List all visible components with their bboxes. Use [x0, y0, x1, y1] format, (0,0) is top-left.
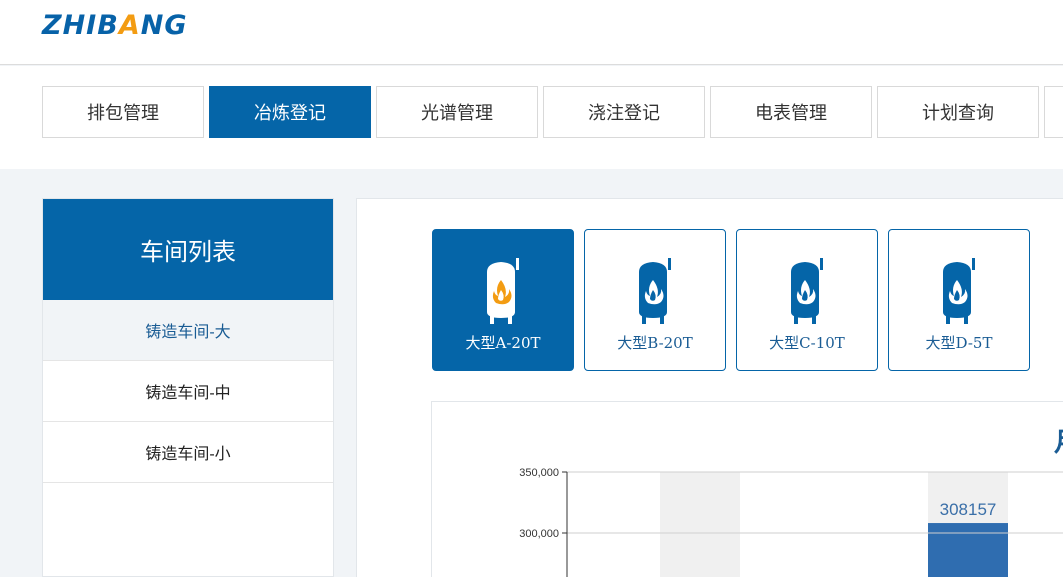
furnace-label: 大型D-5T [925, 334, 993, 352]
y-tick-label: 350,000 [519, 467, 559, 479]
monthly-bar-chart: 308157 350,000 300,000 [519, 467, 1063, 577]
furnace-card-d[interactable]: 大型D-5T [888, 229, 1030, 371]
furnace-label: 大型A-20T [465, 334, 541, 352]
furnace-flame-icon [487, 258, 519, 324]
tab-meter-management[interactable]: 电表管理 [710, 86, 872, 138]
chart-panel: 月 308157350,000300,000 [431, 401, 1063, 577]
workshop-sidebar: 车间列表 铸造车间-大 铸造车间-中 铸造车间-小 [42, 198, 334, 577]
sidebar-item-workshop-large[interactable]: 铸造车间-大 [43, 300, 333, 361]
main-navigation: 排包管理 冶炼登记 光谱管理 浇注登记 电表管理 计划查询 [0, 66, 1063, 169]
sidebar-item-workshop-small[interactable]: 铸造车间-小 [43, 422, 333, 483]
furnace-flame-icon [943, 258, 975, 324]
furnace-list: 大型A-20T 大型B-20T 大型C-10T 大型D-5T [432, 229, 1040, 371]
app-header: ZHIBANG [0, 0, 1063, 65]
furnace-card-b[interactable]: 大型B-20T [584, 229, 726, 371]
tab-pack-management[interactable]: 排包管理 [42, 86, 204, 138]
furnace-label: 大型B-20T [617, 334, 693, 352]
logo-text-part4: NG [140, 10, 188, 41]
furnace-flame-icon [639, 258, 671, 324]
nav-tabs: 排包管理 冶炼登记 光谱管理 浇注登记 电表管理 计划查询 [42, 86, 1063, 138]
furnace-flame-icon [791, 258, 823, 324]
tab-more-partial[interactable] [1044, 86, 1063, 138]
zhibang-logo[interactable]: ZHIBANG [42, 10, 188, 41]
tab-pouring-registration[interactable]: 浇注登记 [543, 86, 705, 138]
sidebar-item-workshop-medium[interactable]: 铸造车间-中 [43, 361, 333, 422]
y-tick-label: 300,000 [519, 528, 559, 540]
furnace-card-c[interactable]: 大型C-10T [736, 229, 878, 371]
logo-text-part3: A [118, 10, 141, 41]
tab-smelting-registration[interactable]: 冶炼登记 [209, 86, 371, 138]
main-content: 大型A-20T 大型B-20T 大型C-10T 大型D-5T 308157 35… [356, 198, 1063, 577]
furnace-label: 大型C-10T [769, 334, 845, 352]
logo-text-part2: B [97, 10, 119, 41]
furnace-card-a[interactable]: 大型A-20T [432, 229, 574, 371]
sidebar-title: 车间列表 [43, 199, 333, 300]
logo-text-part1: ZHI [42, 10, 98, 41]
bar-background [660, 472, 740, 577]
bar[interactable] [928, 523, 1008, 577]
bar-data-label: 308157 [940, 500, 997, 519]
tab-plan-query[interactable]: 计划查询 [877, 86, 1039, 138]
tab-spectrum-management[interactable]: 光谱管理 [376, 86, 538, 138]
